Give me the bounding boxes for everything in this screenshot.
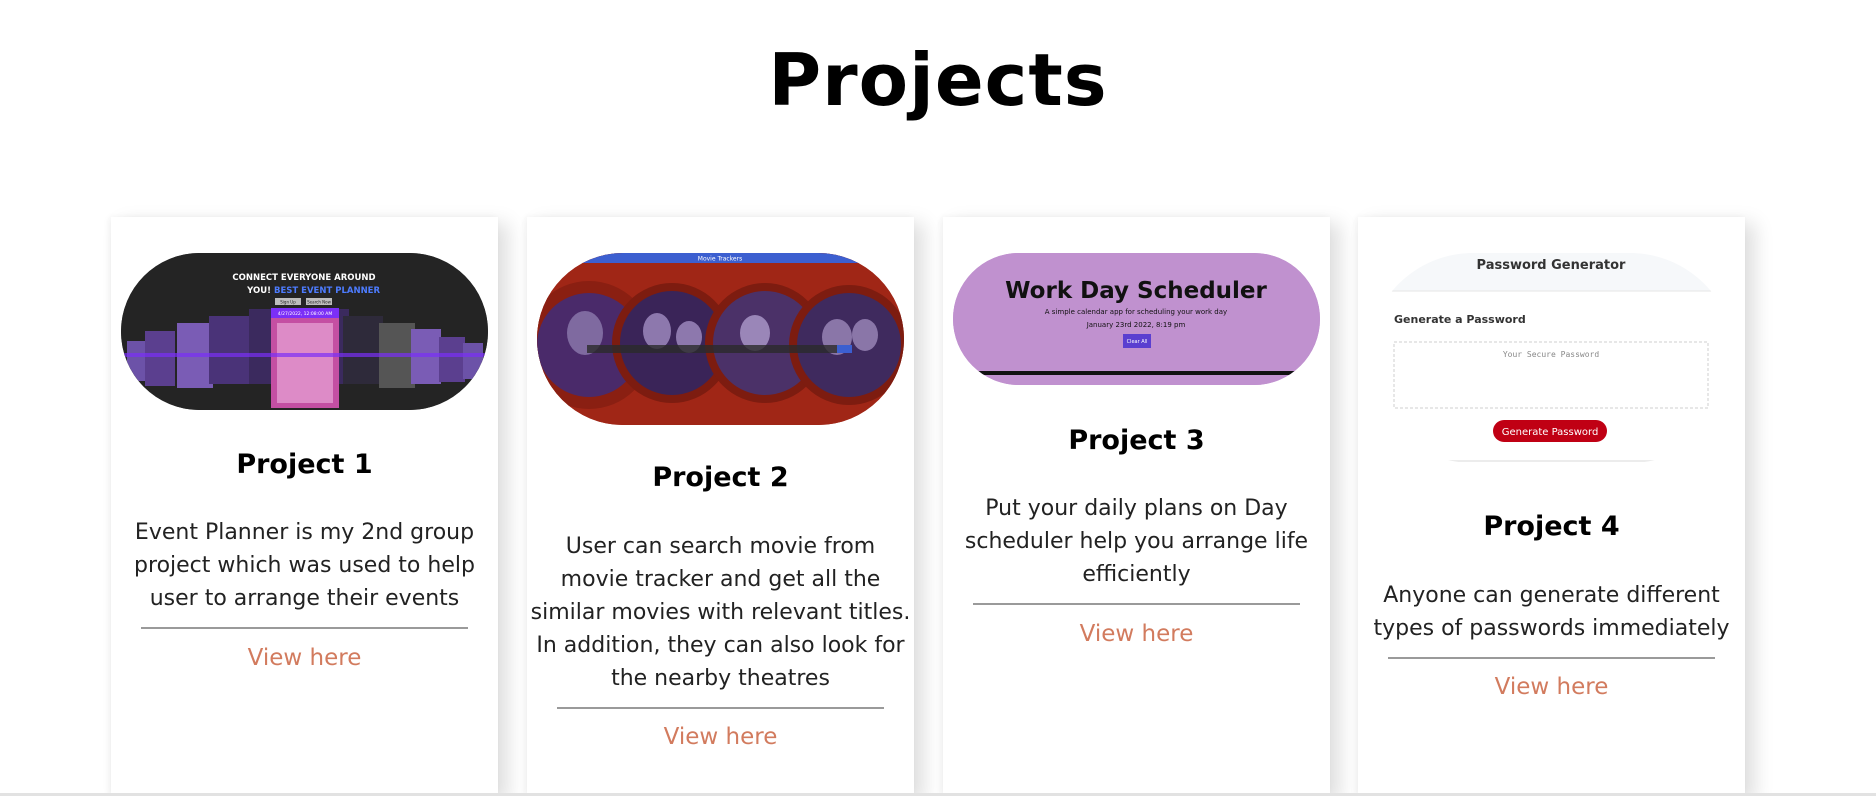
project-2-title: Project 2 xyxy=(652,462,789,493)
project-card-3: Work Day Scheduler A simple calendar app… xyxy=(943,217,1330,796)
preview-generate-button: Generate Password xyxy=(1502,427,1599,438)
project-2-divider xyxy=(557,707,884,709)
project-1-view-link[interactable]: View here xyxy=(111,645,498,671)
preview-section-label: Generate a Password xyxy=(1394,313,1526,326)
preview-btn-2: Search Now xyxy=(307,300,331,305)
project-1-thumbnail[interactable]: CONNECT EVERYONE AROUND YOU! BEST EVENT … xyxy=(121,253,488,410)
project-4-divider xyxy=(1388,657,1715,659)
password-generator-preview: Password Generator Generate a Password Y… xyxy=(1368,253,1735,463)
project-4-thumbnail[interactable]: Password Generator Generate a Password Y… xyxy=(1368,253,1735,463)
project-1-title: Project 1 xyxy=(236,449,373,480)
project-4-view-link[interactable]: View here xyxy=(1358,674,1745,700)
preview-heading-accent: BEST EVENT PLANNER xyxy=(274,286,380,296)
preview-heading: Work Day Scheduler xyxy=(1005,278,1267,304)
project-4-description: Anyone can generate different types of p… xyxy=(1373,583,1730,641)
preview-date: January 23rd 2022, 8:19 pm xyxy=(1086,321,1186,329)
project-4-title: Project 4 xyxy=(1483,511,1620,542)
project-3-view-link[interactable]: View here xyxy=(943,621,1330,647)
preview-placeholder: Your Secure Password xyxy=(1503,350,1600,359)
project-1-description: Event Planner is my 2nd group project wh… xyxy=(134,520,475,611)
preview-btn-1: Sign Up xyxy=(280,300,296,305)
project-card-1: CONNECT EVERYONE AROUND YOU! BEST EVENT … xyxy=(111,217,498,796)
page-title: Projects xyxy=(768,38,1108,122)
project-2-view-link[interactable]: View here xyxy=(527,724,914,750)
preview-heading-you: YOU! xyxy=(246,286,271,296)
work-day-scheduler-preview: Work Day Scheduler A simple calendar app… xyxy=(953,253,1320,385)
event-planner-preview: CONNECT EVERYONE AROUND YOU! BEST EVENT … xyxy=(121,253,488,410)
preview-date: 4/27/2022, 12:08:00 AM xyxy=(278,311,333,317)
project-2-description: User can search movie from movie tracker… xyxy=(530,534,911,691)
project-card-4: Password Generator Generate a Password Y… xyxy=(1358,217,1745,796)
project-3-title: Project 3 xyxy=(1068,425,1205,456)
preview-clear-button: Clear All xyxy=(1127,339,1148,345)
project-3-description: Put your daily plans on Day scheduler he… xyxy=(964,496,1309,587)
movie-tracker-preview: Movie Trackers xyxy=(537,253,904,425)
preview-app-title: Password Generator xyxy=(1477,258,1626,273)
project-1-divider xyxy=(141,627,468,629)
project-3-thumbnail[interactable]: Work Day Scheduler A simple calendar app… xyxy=(953,253,1320,385)
project-2-thumbnail[interactable]: Movie Trackers xyxy=(537,253,904,425)
preview-heading: CONNECT EVERYONE AROUND xyxy=(232,273,375,283)
project-3-divider xyxy=(973,603,1300,605)
project-card-2: Movie Trackers Project 2 User can search… xyxy=(527,217,914,796)
preview-subtitle: A simple calendar app for scheduling you… xyxy=(1045,308,1227,316)
preview-banner: Movie Trackers xyxy=(698,256,742,263)
